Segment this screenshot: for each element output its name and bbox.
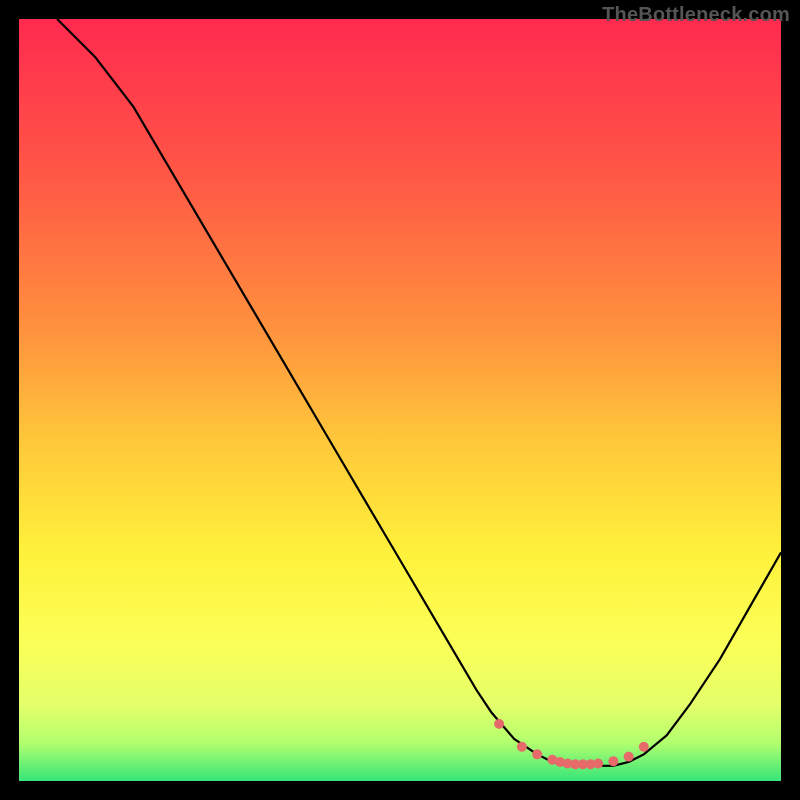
optimal-dot <box>532 749 542 759</box>
optimal-dot <box>517 742 527 752</box>
gradient-background <box>19 19 781 781</box>
optimal-dot <box>639 742 649 752</box>
optimal-dot <box>494 719 504 729</box>
optimal-dot <box>624 752 634 762</box>
chart-frame: TheBottleneck.com <box>0 0 800 800</box>
bottleneck-chart <box>19 19 781 781</box>
optimal-dot <box>608 756 618 766</box>
watermark-text: TheBottleneck.com <box>602 4 790 27</box>
optimal-dot <box>593 759 603 769</box>
